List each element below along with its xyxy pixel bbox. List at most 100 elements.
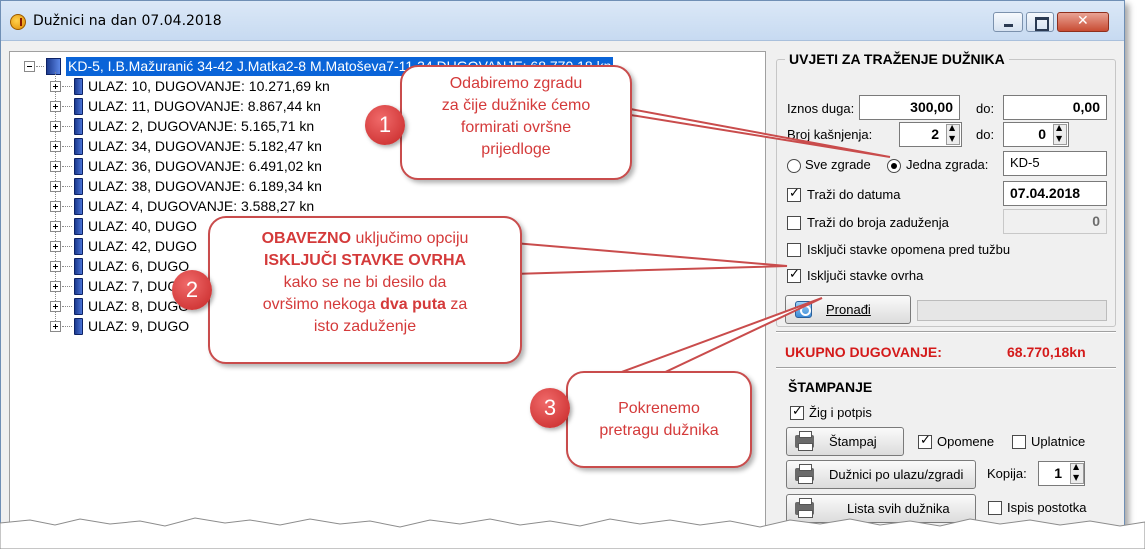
sve-zgrade-label: Sve zgrade xyxy=(805,157,871,172)
expand-icon[interactable] xyxy=(50,221,61,232)
maximize-button[interactable] xyxy=(1026,12,1054,32)
entrance-icon xyxy=(74,138,83,155)
total-label: UKUPNO DUGOVANJE: xyxy=(785,344,942,360)
callout-1-line-4: prijedloge xyxy=(481,141,551,158)
callout-3: Pokrenemo pretragu dužnika xyxy=(566,371,752,468)
torn-edge xyxy=(0,517,1145,549)
expand-icon[interactable] xyxy=(50,301,61,312)
opomene-checkbox[interactable] xyxy=(918,433,932,449)
opomene-label: Opomene xyxy=(937,434,995,449)
callout-2-badge: 2 xyxy=(172,270,212,310)
tree-node-label[interactable]: ULAZ: 40, DUGO xyxy=(88,217,197,236)
kasnjenja-to-spinner[interactable] xyxy=(1053,123,1067,145)
expand-icon[interactable] xyxy=(50,101,61,112)
iznos-label: Iznos duga: xyxy=(787,101,855,116)
expand-icon[interactable] xyxy=(50,261,61,272)
entrance-icon xyxy=(74,318,83,335)
pronadi-button[interactable]: Pronađi xyxy=(785,295,911,324)
tree-node-label[interactable]: ULAZ: 9, DUGO xyxy=(88,317,189,336)
collapse-icon[interactable] xyxy=(24,61,35,72)
tree-node-label[interactable]: ULAZ: 42, DUGO xyxy=(88,237,197,256)
ispis-checkbox[interactable] xyxy=(988,501,1002,515)
tree-node-label[interactable]: ULAZ: 6, DUGO xyxy=(88,257,189,276)
duznici-ulaz-button-label: Dužnici po ulazu/zgradi xyxy=(829,467,964,482)
tree-node-label[interactable]: ULAZ: 11, DUGOVANJE: 8.867,44 kn xyxy=(88,97,321,116)
tree-connector xyxy=(62,206,72,207)
iskljuci-ovrha-checkbox[interactable] xyxy=(787,267,801,283)
kasnjenja-do-label: do: xyxy=(976,127,995,142)
close-button[interactable] xyxy=(1057,12,1109,32)
minimize-button[interactable] xyxy=(993,12,1023,32)
tree-node-label[interactable]: ULAZ: 4, DUGOVANJE: 3.588,27 kn xyxy=(88,197,314,216)
tree-connector xyxy=(62,146,72,147)
printer-icon xyxy=(795,431,814,451)
zgrada-field[interactable]: KD-5 xyxy=(1003,151,1107,176)
app-coin-icon xyxy=(10,14,26,30)
entrance-icon xyxy=(74,218,83,235)
search-progress-bar xyxy=(917,300,1107,321)
tree-node-label[interactable]: ULAZ: 38, DUGOVANJE: 6.189,34 kn xyxy=(88,177,322,196)
criteria-title: UVJETI ZA TRAŽENJE DUŽNIKA xyxy=(785,51,1009,67)
expand-icon[interactable] xyxy=(50,281,61,292)
stampaj-button-label: Štampaj xyxy=(829,434,877,449)
sve-zgrade-radio[interactable] xyxy=(787,159,801,173)
tree-node-label[interactable]: ULAZ: 10, DUGOVANJE: 10.271,69 kn xyxy=(88,77,330,96)
total-value: 68.770,18kn xyxy=(1007,344,1086,360)
callout-2-text-1: uključimo opciju xyxy=(351,230,469,247)
tree-node-row[interactable]: ULAZ: 36, DUGOVANJE: 6.491,02 kn xyxy=(10,157,767,177)
zig-checkbox[interactable] xyxy=(790,404,804,420)
zig-label: Žig i potpis xyxy=(809,405,872,420)
tree-connector xyxy=(62,246,72,247)
datum-field[interactable]: 07.04.2018 xyxy=(1003,181,1107,206)
tree-node-row[interactable]: ULAZ: 38, DUGOVANJE: 6.189,34 kn xyxy=(10,177,767,197)
kasnjenja-from-spinner[interactable] xyxy=(946,123,960,145)
ispis-label: Ispis postotka xyxy=(1007,500,1087,515)
printing-title: ŠTAMPANJE xyxy=(788,379,873,395)
title-bar: Dužnici na dan 07.04.2018 xyxy=(1,1,1124,41)
entrance-icon xyxy=(74,298,83,315)
iznos-to-field[interactable]: 0,00 xyxy=(1003,95,1107,120)
kopija-spinner[interactable] xyxy=(1070,462,1084,484)
tree-root-row[interactable]: KD-5, I.B.Mažuranić 34-42 J.Matka2-8 M.M… xyxy=(10,57,767,77)
expand-icon[interactable] xyxy=(50,201,61,212)
callout-2-strong-2: ISKLJUČI STAVKE OVRHA xyxy=(263,252,467,269)
tree-node-row[interactable]: ULAZ: 4, DUGOVANJE: 3.588,27 kn xyxy=(10,197,767,217)
kopija-label: Kopija: xyxy=(987,466,1027,481)
expand-icon[interactable] xyxy=(50,121,61,132)
uplatnice-checkbox[interactable] xyxy=(1012,435,1026,449)
trazi-datum-checkbox[interactable] xyxy=(787,186,801,202)
stampaj-button[interactable]: Štampaj xyxy=(786,427,904,456)
tree-connector xyxy=(62,106,72,107)
trazi-broj-checkbox[interactable] xyxy=(787,216,801,230)
callout-2-line-1: OBAVEZNO uključimo opciju xyxy=(210,228,520,250)
iskljuci-opomena-label: Isključi stavke opomena pred tužbu xyxy=(807,242,1011,257)
iskljuci-opomena-checkbox[interactable] xyxy=(787,243,801,257)
tree-node-row[interactable]: ULAZ: 10, DUGOVANJE: 10.271,69 kn xyxy=(10,77,767,97)
tree-node-label[interactable]: ULAZ: 36, DUGOVANJE: 6.491,02 kn xyxy=(88,157,322,176)
iskljuci-ovrha-label: Isključi stavke ovrha xyxy=(807,268,924,283)
divider-bottom xyxy=(776,367,1116,369)
expand-icon[interactable] xyxy=(50,81,61,92)
jedna-zgrada-radio[interactable] xyxy=(887,159,901,173)
broj-field[interactable]: 0 xyxy=(1003,209,1107,234)
tree-connector xyxy=(62,86,72,87)
expand-icon[interactable] xyxy=(50,141,61,152)
printer-icon xyxy=(795,498,814,518)
tree-node-label[interactable]: ULAZ: 2, DUGOVANJE: 5.165,71 kn xyxy=(88,117,314,136)
expand-icon[interactable] xyxy=(50,241,61,252)
duznici-ulaz-button[interactable]: Dužnici po ulazu/zgradi xyxy=(786,460,976,489)
callout-1-line-1: Odabiremo zgradu xyxy=(449,75,583,92)
tree-connector xyxy=(62,266,72,267)
tree-node-label[interactable]: ULAZ: 34, DUGOVANJE: 5.182,47 kn xyxy=(88,137,322,156)
iznos-from-field[interactable]: 300,00 xyxy=(859,95,960,120)
expand-icon[interactable] xyxy=(50,161,61,172)
uplatnice-label: Uplatnice xyxy=(1031,434,1086,449)
expand-icon[interactable] xyxy=(50,321,61,332)
callout-2-line-3: kako se ne bi desilo da xyxy=(283,274,447,291)
divider-top xyxy=(776,331,1116,333)
tree-connector xyxy=(62,126,72,127)
entrance-icon xyxy=(74,98,83,115)
callout-2-strong-3: dva puta xyxy=(380,296,446,313)
expand-icon[interactable] xyxy=(50,181,61,192)
callout-1: Odabiremo zgradu za čije dužnike ćemo fo… xyxy=(400,65,632,180)
